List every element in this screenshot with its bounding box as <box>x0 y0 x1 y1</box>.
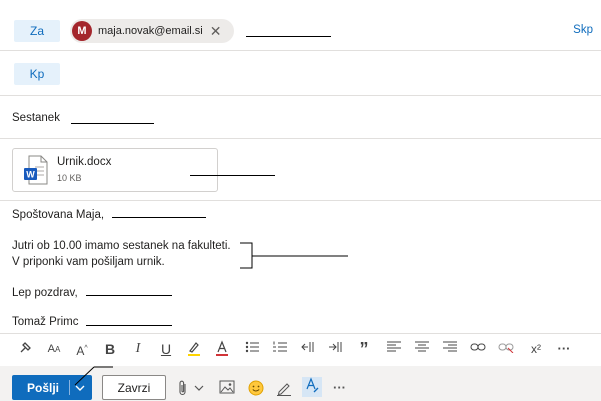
subject-value: Sestanek <box>12 112 60 124</box>
bcc-link[interactable]: Skp <box>573 24 593 36</box>
word-icon-letter: W <box>26 170 35 180</box>
annotation-bracket <box>240 242 348 269</box>
annotation-line <box>74 366 113 386</box>
send-label: Pošlji <box>27 380 60 395</box>
attach-file-icon[interactable] <box>178 380 188 400</box>
signature-icon[interactable] <box>276 380 292 400</box>
annotation-line <box>86 325 172 326</box>
discard-label: Zavrzi <box>117 380 151 395</box>
body-closing: Lep pozdrav, <box>12 287 78 299</box>
annotation-line <box>112 217 206 218</box>
insert-link-icon[interactable] <box>469 340 487 358</box>
avatar: M <box>72 21 92 41</box>
increase-indent-icon[interactable] <box>327 340 345 358</box>
quote-button[interactable]: ” <box>355 340 373 358</box>
format-toolbar: AA A^ B I U ” x² ··· <box>0 336 601 362</box>
attachment-card[interactable]: W Urnik.docx 10 KB <box>12 148 218 192</box>
subject-field[interactable]: Sestanek <box>12 112 60 124</box>
insert-picture-icon[interactable] <box>219 380 235 398</box>
remove-link-icon[interactable] <box>497 340 515 358</box>
to-label: Za <box>29 24 44 38</box>
body-signature: Tomaž Primc <box>12 316 79 328</box>
divider <box>0 138 601 139</box>
to-button[interactable]: Za <box>14 20 60 42</box>
bcc-label: Skp <box>573 24 593 36</box>
annotation-line <box>190 175 275 176</box>
avatar-initial: M <box>77 25 87 37</box>
cc-label: Kp <box>29 67 45 81</box>
recipient-email: maja.novak@email.si <box>98 25 203 37</box>
body-line-1: Jutri ob 10.00 imamo sestanek na fakulte… <box>12 240 231 252</box>
font-color-icon[interactable] <box>213 340 231 361</box>
divider <box>0 333 601 334</box>
font-size-increase-icon[interactable]: A^ <box>73 340 91 360</box>
emoji-icon[interactable] <box>248 380 264 400</box>
attachment-filename: Urnik.docx <box>57 156 112 168</box>
align-center-icon[interactable] <box>413 340 431 358</box>
cc-button[interactable]: Kp <box>14 63 60 85</box>
divider <box>0 50 601 51</box>
bullet-list-icon[interactable] <box>243 340 261 358</box>
superscript-button[interactable]: x² <box>527 340 545 358</box>
send-divider <box>69 380 70 395</box>
bold-button[interactable]: B <box>101 340 119 358</box>
body-line-2: V priponki vam pošiljam urnik. <box>12 256 165 268</box>
divider <box>0 95 601 96</box>
numbered-list-icon[interactable] <box>271 340 289 358</box>
format-painter-icon[interactable] <box>17 340 35 359</box>
remove-recipient-icon[interactable]: ✕ <box>210 24 222 38</box>
italic-button[interactable]: I <box>129 340 147 358</box>
more-actions-icon[interactable]: ··· <box>333 380 346 396</box>
align-right-icon[interactable] <box>441 340 459 358</box>
recipient-chip[interactable]: M maja.novak@email.si ✕ <box>70 19 234 43</box>
decrease-indent-icon[interactable] <box>299 340 317 358</box>
font-size-decrease-icon[interactable]: AA <box>45 340 63 359</box>
underline-button[interactable]: U <box>157 340 175 358</box>
divider <box>0 200 601 201</box>
annotation-line <box>71 123 154 124</box>
word-doc-icon: W <box>24 155 48 185</box>
more-options-icon[interactable]: ··· <box>555 340 573 358</box>
highlight-icon[interactable] <box>185 340 203 361</box>
editor-icon[interactable] <box>302 377 322 397</box>
align-left-icon[interactable] <box>385 340 403 358</box>
annotation-line <box>246 36 331 37</box>
attach-chevron-down-icon[interactable] <box>194 380 204 400</box>
annotation-line <box>86 295 172 296</box>
attachment-size: 10 KB <box>57 173 82 183</box>
body-greeting: Spoštovana Maja, <box>12 209 105 221</box>
